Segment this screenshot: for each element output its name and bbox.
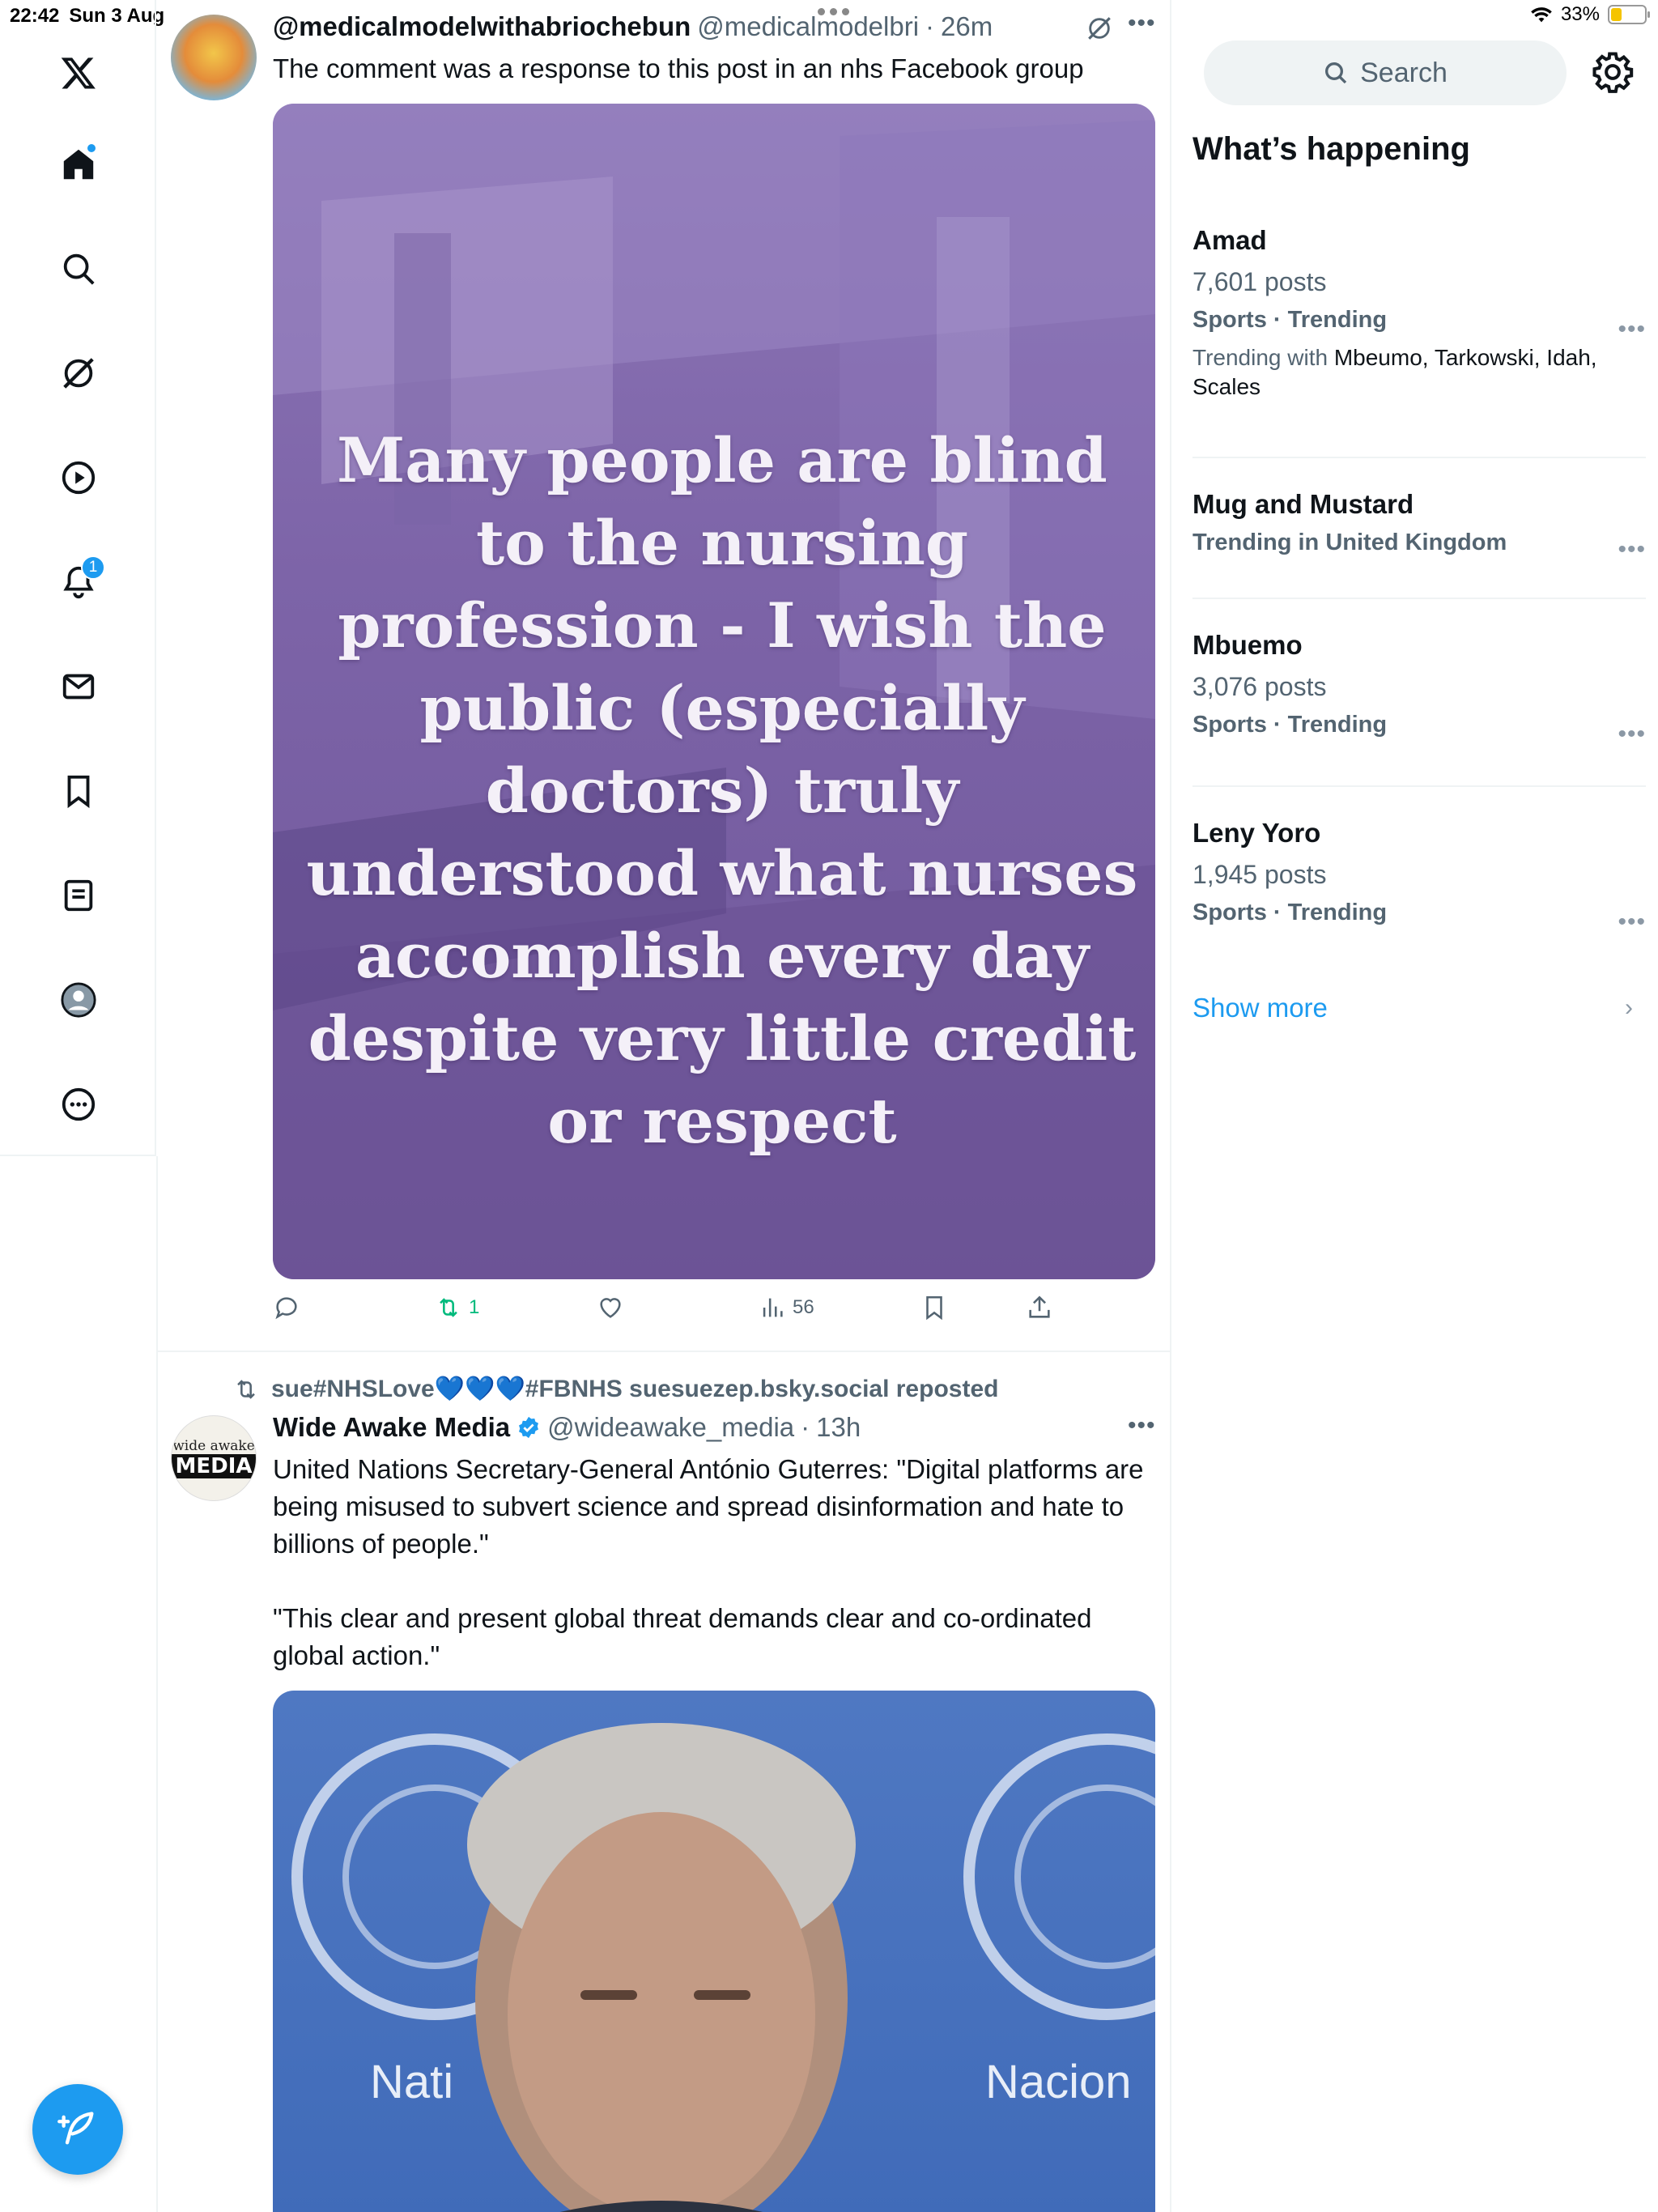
post-actions: 1 56 <box>273 1294 1155 1329</box>
post-more-icon[interactable]: ••• <box>1128 10 1156 37</box>
trend-item[interactable]: Leny Yoro 1,945 posts Sports · Trending … <box>1192 818 1646 935</box>
trend-item[interactable]: Amad 7,601 posts Sports · Trending ••• T… <box>1192 225 1646 402</box>
trend-more-icon[interactable]: ••• <box>1618 316 1646 343</box>
trend-category: Sports · Trending <box>1192 712 1388 738</box>
repost-context-icon <box>237 1379 255 1399</box>
search-input[interactable]: Search <box>1204 40 1567 105</box>
trend-separator <box>1192 457 1646 458</box>
handle[interactable]: @medicalmodelbri <box>697 11 919 42</box>
share-icon <box>1029 1295 1050 1318</box>
reply-icon <box>275 1297 297 1320</box>
like-button[interactable] <box>597 1294 624 1321</box>
whats-happening-title: What’s happening <box>1192 131 1470 167</box>
trend-more-icon[interactable]: ••• <box>1618 536 1646 564</box>
bookmark-button[interactable] <box>920 1294 948 1321</box>
avatar-wideawake[interactable]: wide awake MEDIA <box>171 1415 257 1501</box>
home-icon[interactable] <box>50 136 107 193</box>
trending-with: Trending with Mbeumo, Tarkowski, Idah, S… <box>1192 343 1646 402</box>
right-sidebar: Search What’s happening Amad 7,601 posts… <box>1171 0 1658 2212</box>
x-logo-icon[interactable] <box>50 45 107 101</box>
post-separator <box>158 1351 1170 1352</box>
trend-count: 3,076 posts <box>1192 672 1327 701</box>
settings-gear-icon[interactable] <box>1591 50 1635 94</box>
lists-icon[interactable] <box>50 867 107 924</box>
grok-icon[interactable] <box>50 345 107 402</box>
verified-badge-icon <box>519 1416 539 1439</box>
show-more-link[interactable]: Show more <box>1192 993 1328 1023</box>
trend-item[interactable]: Mug and Mustard Trending in United Kingd… <box>1192 489 1646 563</box>
post-header: @medicalmodelwithabriochebun @medicalmod… <box>273 11 993 42</box>
profile-icon[interactable] <box>50 972 107 1028</box>
post-text: United Nations Secretary-General António… <box>273 1454 1144 1670</box>
post-text: The comment was a response to this post … <box>273 53 1084 83</box>
grok-post-icon[interactable] <box>1086 15 1113 42</box>
post-more-icon[interactable]: ••• <box>1128 1412 1156 1440</box>
views-count: 56 <box>793 1296 814 1318</box>
views-button[interactable]: 56 <box>759 1294 814 1321</box>
trend-category: Sports · Trending <box>1192 307 1388 333</box>
timestamp[interactable]: 13h <box>816 1412 861 1443</box>
backdrop-text-right: Nacion <box>985 2056 1132 2108</box>
chevron-right-icon: › <box>1625 994 1633 1021</box>
trend-name: Amad <box>1192 225 1267 255</box>
views-chart-icon <box>763 1298 783 1317</box>
repost-icon <box>440 1298 457 1317</box>
search-icon <box>1325 62 1347 84</box>
repost-count: 1 <box>469 1296 480 1318</box>
repost-context[interactable]: sue#NHSLove💙💙💙#FBNHS suesuezep.bsky.soci… <box>232 1375 998 1403</box>
timestamp[interactable]: 26m <box>941 11 993 42</box>
compose-button[interactable] <box>32 2084 123 2175</box>
trend-separator <box>1192 598 1646 599</box>
heart-icon <box>600 1298 621 1318</box>
search-icon[interactable] <box>50 240 107 297</box>
trend-category: Sports · Trending <box>1192 900 1388 925</box>
trend-item[interactable]: Mbuemo 3,076 posts Sports · Trending ••• <box>1192 630 1646 747</box>
un-backdrop <box>291 1723 1155 2212</box>
dot-separator: · <box>925 11 935 41</box>
post-image[interactable]: Many people are blind to the nursing pro… <box>273 104 1155 1279</box>
post-header: Wide Awake Media @wideawake_media · 13h <box>273 1412 861 1443</box>
trend-name: Leny Yoro <box>1192 818 1321 848</box>
display-name[interactable]: @medicalmodelwithabriochebun <box>273 11 691 42</box>
video-icon[interactable] <box>50 449 107 506</box>
share-button[interactable] <box>1026 1294 1053 1321</box>
image-overlay-text: Many people are blind to the nursing pro… <box>306 424 1138 1157</box>
display-name[interactable]: Wide Awake Media <box>273 1412 510 1443</box>
notification-badge: 1 <box>81 555 105 580</box>
trend-more-icon[interactable]: ••• <box>1618 721 1646 748</box>
trending-with-label: Trending with <box>1192 345 1329 370</box>
bookmark-icon <box>926 1295 942 1321</box>
post-video-thumbnail[interactable]: Nati Nacion <box>273 1691 1155 2212</box>
messages-icon[interactable] <box>50 658 107 715</box>
handle[interactable]: @wideawake_media <box>547 1412 794 1443</box>
reply-button[interactable] <box>273 1294 300 1321</box>
trend-count: 1,945 posts <box>1192 860 1327 889</box>
avatar-logo-line2: MEDIA <box>172 1454 256 1478</box>
home-unread-dot <box>86 143 97 154</box>
avatar-medicalmodel[interactable] <box>171 15 257 100</box>
trend-count: 7,601 posts <box>1192 267 1327 296</box>
compose-feather-icon <box>57 2112 94 2145</box>
backdrop-text-left: Nati <box>370 2056 454 2108</box>
avatar-logo-line1: wide awake <box>172 1438 255 1454</box>
search-placeholder: Search <box>1360 57 1448 88</box>
trend-category: Trending in United Kingdom <box>1192 530 1507 555</box>
notifications-icon[interactable]: 1 <box>50 554 107 610</box>
left-nav: 1 <box>0 0 156 1156</box>
timeline: @medicalmodelwithabriochebun @medicalmod… <box>158 0 1171 2212</box>
trend-name: Mbuemo <box>1192 630 1303 660</box>
trend-separator <box>1192 785 1646 787</box>
repost-context-text: sue#NHSLove💙💙💙#FBNHS suesuezep.bsky.soci… <box>271 1376 999 1402</box>
trend-more-icon[interactable]: ••• <box>1618 908 1646 936</box>
dot-separator: · <box>801 1412 810 1442</box>
bookmarks-icon[interactable] <box>50 763 107 819</box>
trend-name: Mug and Mustard <box>1192 489 1414 519</box>
more-icon[interactable] <box>50 1076 107 1133</box>
repost-button[interactable]: 1 <box>435 1294 479 1321</box>
